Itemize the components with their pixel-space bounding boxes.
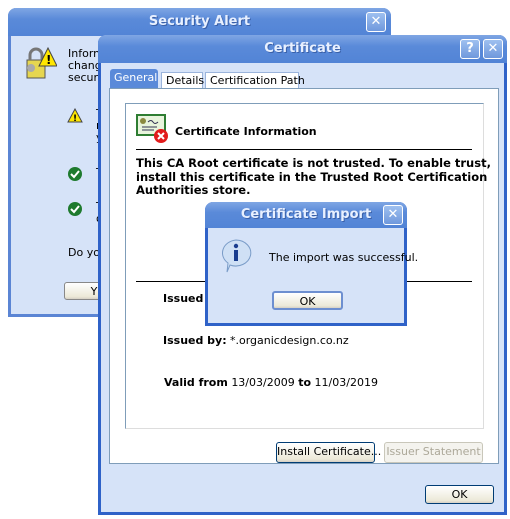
info-icon (222, 239, 252, 273)
security-alert-titlebar[interactable]: Security Alert ✕ (8, 8, 391, 36)
lock-warning-icon: ! (26, 46, 57, 79)
certificate-info-heading: Certificate Information (175, 125, 317, 138)
trust-message-line: This CA Root certificate is not trusted.… (136, 156, 491, 170)
certificate-titlebar[interactable]: Certificate ? ✕ (98, 35, 507, 63)
install-certificate-button[interactable]: Install Certificate... (276, 442, 381, 463)
wizard-message: The import was successful. (269, 251, 419, 264)
help-button[interactable]: ? (460, 39, 480, 59)
issued-by-label: Issued by: (163, 334, 227, 347)
tab-certification-path[interactable]: Certification Path (205, 72, 305, 89)
issued-by-value: *.organicdesign.co.nz (230, 334, 349, 347)
tab-general[interactable]: General (110, 69, 158, 89)
svg-text:!: ! (73, 114, 77, 123)
valid-from-date: 13/03/2009 (231, 376, 295, 389)
wizard-ok-button[interactable]: OK (272, 291, 343, 310)
certificate-close-button[interactable]: ✕ (483, 39, 503, 59)
warning-icon: ! (67, 108, 83, 123)
security-alert-title: Security Alert (148, 14, 251, 29)
issuer-statement-button: Issuer Statement (384, 442, 483, 463)
tab-details[interactable]: Details (161, 72, 204, 89)
valid-to-date: 11/03/2019 (314, 376, 378, 389)
trust-message-line: Authorities store. (136, 183, 251, 197)
valid-from-label: Valid from (164, 376, 228, 389)
security-alert-close-button[interactable]: ✕ (366, 12, 386, 32)
wizard-titlebar[interactable]: Certificate Import Wizard ✕ (205, 202, 407, 248)
certificate-title: Certificate (264, 41, 341, 56)
wizard-close-button[interactable]: ✕ (383, 205, 403, 225)
trust-message-line: install this certificate in the Trusted … (136, 169, 488, 184)
ok-button[interactable]: OK (425, 485, 494, 504)
svg-text:!: ! (46, 53, 51, 67)
divider (136, 149, 472, 150)
import-wizard-dialog: Certificate Import Wizard ✕ The import w… (205, 202, 418, 326)
certificate-error-icon (136, 114, 168, 143)
check-icon (68, 202, 82, 216)
valid-to-label: to (298, 376, 312, 389)
check-icon (68, 167, 82, 181)
